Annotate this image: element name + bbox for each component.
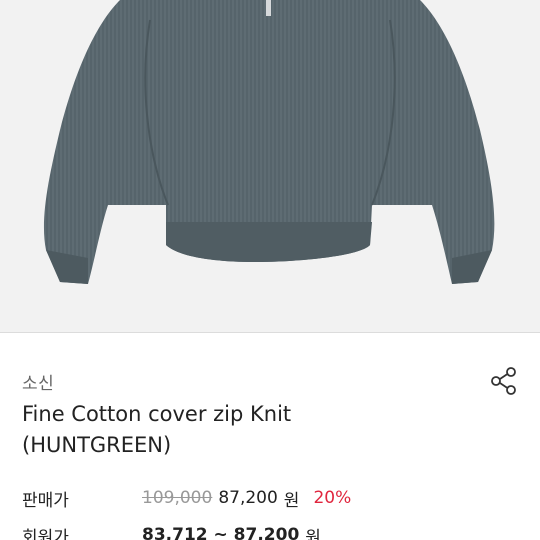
member-currency: 원	[305, 527, 321, 540]
product-image[interactable]	[0, 0, 540, 332]
sale-price: 87,200	[218, 488, 278, 508]
member-price-label: 회원가	[22, 527, 69, 540]
zipper-pull	[266, 0, 271, 16]
product-info: 소신 Fine Cotton cover zip Knit (HUNTGREEN…	[0, 333, 540, 540]
brand-name[interactable]: 소신	[22, 369, 54, 394]
hem-rib	[166, 222, 372, 262]
sale-currency: 원	[283, 490, 300, 511]
member-price-range: 83,712 ~ 87,200	[142, 525, 300, 540]
original-price: 109,000	[142, 488, 213, 508]
discount-rate: 20%	[313, 488, 352, 508]
sale-price-label: 판매가	[22, 490, 69, 511]
member-price-row: 회원가 83,712 ~ 87,200 원	[22, 522, 335, 540]
sale-price-row: 판매가 109,000 87,200 원 20%	[22, 485, 351, 511]
product-title: Fine Cotton cover zip Knit (HUNTGREEN)	[22, 399, 462, 461]
sweater-illustration	[43, 0, 495, 284]
title-line-1: Fine Cotton cover zip Knit	[22, 402, 292, 426]
share-icon[interactable]	[488, 365, 520, 397]
title-line-2: (HUNTGREEN)	[22, 433, 172, 457]
